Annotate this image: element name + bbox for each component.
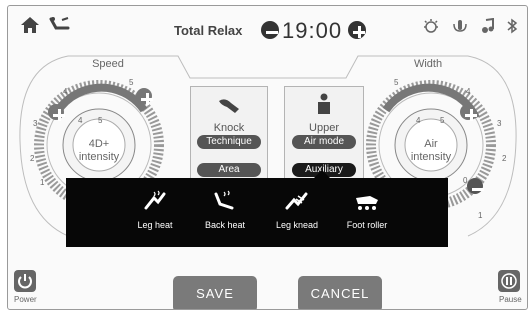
power-button[interactable]	[14, 270, 36, 292]
technique-chip[interactable]: Technique	[197, 135, 261, 149]
pause-label: Pause	[499, 295, 522, 304]
auxiliary-popup: Leg heat Back heat Leg knead Foot roller	[66, 178, 448, 247]
technique-panel[interactable]: Knock Technique Area	[190, 86, 268, 188]
speed-scale-5: 5	[129, 78, 134, 87]
speed-title: Speed	[92, 58, 124, 70]
speed-scale-2: 2	[30, 154, 35, 163]
leg-heat-option[interactable]: Leg heat	[120, 186, 190, 240]
pause-button[interactable]	[498, 270, 520, 292]
width-decrease-button[interactable]	[467, 178, 484, 194]
speed-increase-button[interactable]	[136, 88, 153, 105]
speed-center-line2: intensity	[78, 151, 120, 163]
leg-heat-icon	[144, 190, 166, 210]
width-increase-button[interactable]	[460, 104, 477, 121]
leg-knead-icon	[285, 192, 308, 210]
air-mode-current: Upper	[309, 122, 339, 134]
speed-inner-5: 5	[98, 116, 103, 125]
width-scale-4: 4	[466, 87, 471, 96]
leg-heat-label: Leg heat	[137, 220, 173, 230]
power-label: Power	[14, 295, 37, 304]
area-chip[interactable]: Area	[197, 163, 261, 177]
foot-roller-option[interactable]: Foot roller	[332, 186, 402, 240]
width-scale-3: 3	[497, 119, 502, 128]
width-center-line1: Air	[424, 138, 438, 150]
foot-roller-label: Foot roller	[346, 220, 388, 230]
speed-scale-3: 3	[33, 119, 38, 128]
speed-center-line1: 4D+	[88, 138, 110, 150]
massage-hand-icon	[219, 99, 239, 113]
speed-plus-inner-button[interactable]	[48, 104, 65, 121]
back-heat-option[interactable]: Back heat	[190, 186, 260, 240]
width-center-line2: intensity	[410, 151, 452, 163]
foot-roller-icon	[356, 196, 378, 210]
width-inner-4: 4	[416, 116, 421, 125]
width-scale-2: 2	[502, 154, 507, 163]
width-title: Width	[413, 58, 443, 70]
back-heat-label: Back heat	[204, 220, 246, 230]
massage-chair-screen: Total Relax 19:00 Speed 1 2 3 4 5 4 5 4D…	[7, 5, 528, 310]
cancel-button[interactable]: CANCEL	[298, 276, 382, 309]
pause-icon	[501, 273, 517, 289]
air-mode-chip[interactable]: Air mode	[292, 135, 356, 149]
width-scale-5: 5	[394, 78, 399, 87]
leg-knead-option[interactable]: Leg knead	[262, 186, 332, 240]
save-button[interactable]: SAVE	[173, 276, 257, 309]
leg-knead-label: Leg knead	[275, 220, 319, 230]
width-scale-1: 1	[478, 211, 483, 220]
speed-scale-1: 1	[40, 178, 45, 187]
width-inner-5: 5	[440, 116, 445, 125]
power-icon	[18, 274, 32, 289]
speed-inner-4: 4	[78, 116, 83, 125]
technique-current: Knock	[213, 122, 245, 134]
person-icon	[318, 93, 330, 114]
speed-scale-4: 4	[63, 87, 68, 96]
back-heat-icon	[214, 190, 234, 210]
